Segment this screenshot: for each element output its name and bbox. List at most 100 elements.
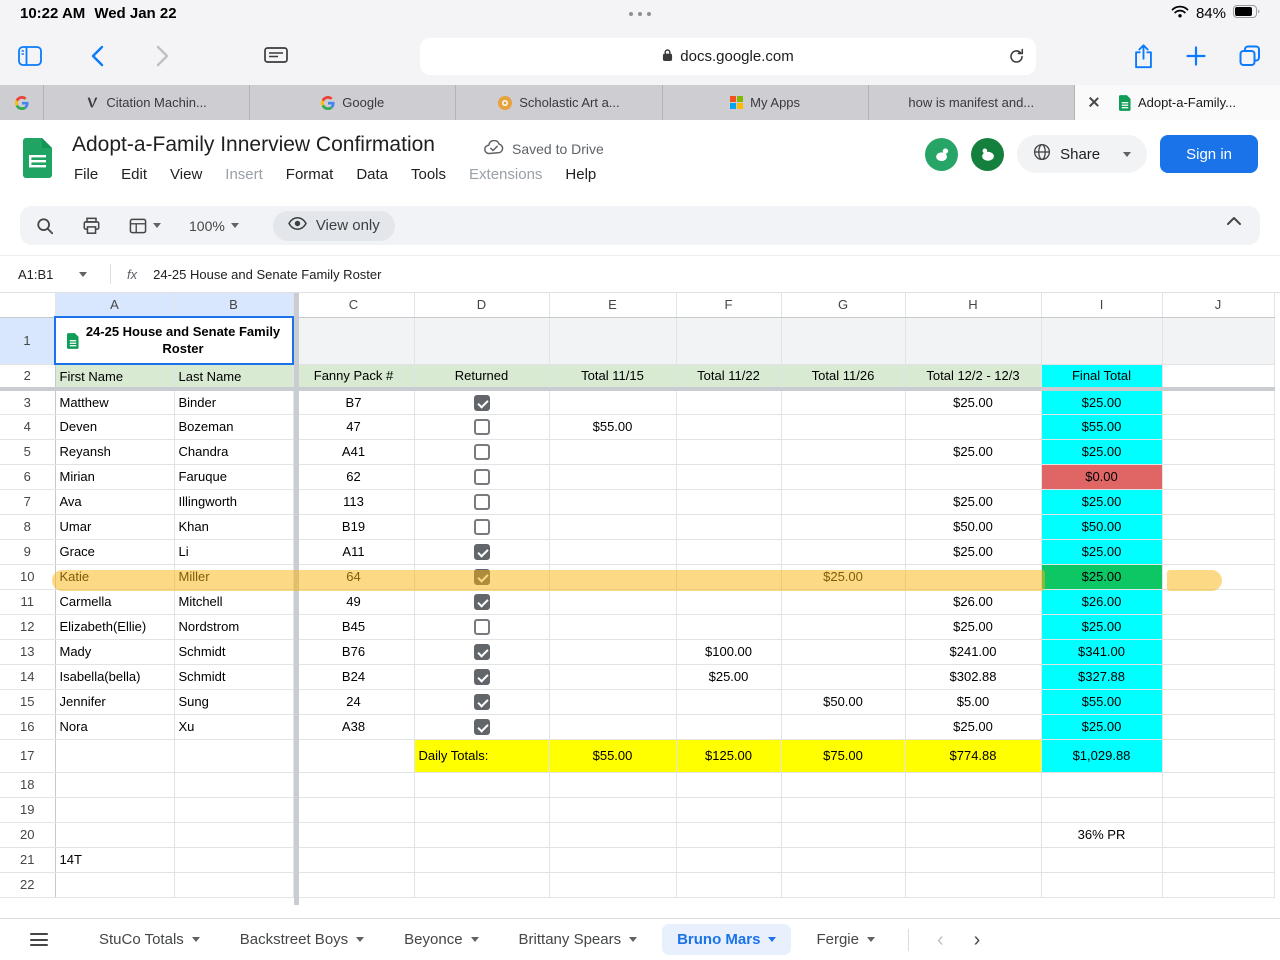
- cell-B4[interactable]: Bozeman: [174, 414, 293, 439]
- cell-J8[interactable]: [1162, 514, 1274, 539]
- unchecked-checkbox[interactable]: [474, 444, 490, 460]
- cell-J7[interactable]: [1162, 489, 1274, 514]
- cell-A7[interactable]: Ava: [55, 489, 174, 514]
- cell-D15[interactable]: [414, 689, 549, 714]
- cell-I17[interactable]: $1,029.88: [1041, 739, 1162, 772]
- cell-E15[interactable]: [549, 689, 676, 714]
- cell-D22[interactable]: [414, 872, 549, 897]
- cell-C8[interactable]: B19: [293, 514, 414, 539]
- cell-F4[interactable]: [676, 414, 781, 439]
- cell-G3[interactable]: [781, 389, 905, 414]
- cell-E20[interactable]: [549, 822, 676, 847]
- column-header-D[interactable]: D: [414, 293, 549, 317]
- cell-G11[interactable]: [781, 589, 905, 614]
- menu-format[interactable]: Format: [286, 166, 334, 183]
- cell-D10[interactable]: [414, 564, 549, 589]
- cell-D20[interactable]: [414, 822, 549, 847]
- cell-C15[interactable]: 24: [293, 689, 414, 714]
- cell-I19[interactable]: [1041, 797, 1162, 822]
- cell-B6[interactable]: Faruque: [174, 464, 293, 489]
- page-layout-icon[interactable]: [264, 46, 288, 66]
- cell-C4[interactable]: 47: [293, 414, 414, 439]
- row-header-17[interactable]: 17: [0, 739, 55, 772]
- cell-J12[interactable]: [1162, 614, 1274, 639]
- sheet-tab-caret-icon[interactable]: [629, 937, 637, 942]
- print-icon[interactable]: [82, 217, 101, 235]
- cell-A18[interactable]: [55, 772, 174, 797]
- address-bar[interactable]: docs.google.com: [420, 38, 1036, 75]
- cell-F21[interactable]: [676, 847, 781, 872]
- cell-E9[interactable]: [549, 539, 676, 564]
- cell-B22[interactable]: [174, 872, 293, 897]
- cell-E2[interactable]: Total 11/15: [549, 364, 676, 389]
- cell-D19[interactable]: [414, 797, 549, 822]
- browser-tab-adopt-a-family[interactable]: Adopt-a-Family...: [1075, 85, 1280, 120]
- grid-corner[interactable]: [0, 293, 55, 317]
- cell-A14[interactable]: Isabella(bella): [55, 664, 174, 689]
- cell-I15[interactable]: $55.00: [1041, 689, 1162, 714]
- unchecked-checkbox[interactable]: [474, 519, 490, 535]
- checked-checkbox[interactable]: [474, 669, 490, 685]
- cell-E14[interactable]: [549, 664, 676, 689]
- cell-E3[interactable]: [549, 389, 676, 414]
- cell-G19[interactable]: [781, 797, 905, 822]
- cell-A3[interactable]: Matthew: [55, 389, 174, 414]
- cell-F18[interactable]: [676, 772, 781, 797]
- row-header-19[interactable]: 19: [0, 797, 55, 822]
- column-header-B[interactable]: B: [174, 293, 293, 317]
- cell-D5[interactable]: [414, 439, 549, 464]
- anonymous-viewer-avatar[interactable]: [971, 138, 1004, 171]
- cell-E8[interactable]: [549, 514, 676, 539]
- cell-E16[interactable]: [549, 714, 676, 739]
- format-options-button[interactable]: [129, 218, 161, 234]
- cell-D6[interactable]: [414, 464, 549, 489]
- sheet-tab-caret-icon[interactable]: [356, 937, 364, 942]
- cell-H15[interactable]: $5.00: [905, 689, 1041, 714]
- row-header-20[interactable]: 20: [0, 822, 55, 847]
- cell-A13[interactable]: Mady: [55, 639, 174, 664]
- cell-I8[interactable]: $50.00: [1041, 514, 1162, 539]
- cell-B15[interactable]: Sung: [174, 689, 293, 714]
- search-icon[interactable]: [36, 217, 54, 235]
- cell-G8[interactable]: [781, 514, 905, 539]
- column-header-F[interactable]: F: [676, 293, 781, 317]
- cell-A8[interactable]: Umar: [55, 514, 174, 539]
- cell-C22[interactable]: [293, 872, 414, 897]
- cell-F5[interactable]: [676, 439, 781, 464]
- cell-C5[interactable]: A41: [293, 439, 414, 464]
- cell-F8[interactable]: [676, 514, 781, 539]
- cell-B13[interactable]: Schmidt: [174, 639, 293, 664]
- close-tab-icon[interactable]: [1088, 96, 1100, 108]
- cell-A21[interactable]: 14T: [55, 847, 174, 872]
- sheet-tab-caret-icon[interactable]: [768, 937, 776, 942]
- cell-C6[interactable]: 62: [293, 464, 414, 489]
- cell-G21[interactable]: [781, 847, 905, 872]
- cell-I14[interactable]: $327.88: [1041, 664, 1162, 689]
- browser-tab-how-is-manifest-and[interactable]: how is manifest and...: [869, 85, 1075, 120]
- cell-C11[interactable]: 49: [293, 589, 414, 614]
- cell-J2[interactable]: [1162, 364, 1274, 389]
- sheet-tab-brittany-spears[interactable]: Brittany Spears: [504, 924, 653, 955]
- cell-G18[interactable]: [781, 772, 905, 797]
- cell-G15[interactable]: $50.00: [781, 689, 905, 714]
- cell-F14[interactable]: $25.00: [676, 664, 781, 689]
- column-header-A[interactable]: A: [55, 293, 174, 317]
- cell-A15[interactable]: Jennifer: [55, 689, 174, 714]
- cell-B7[interactable]: Illingworth: [174, 489, 293, 514]
- cell-E1[interactable]: [549, 317, 676, 364]
- cell-A10[interactable]: Katie: [55, 564, 174, 589]
- cell-D14[interactable]: [414, 664, 549, 689]
- cell-I13[interactable]: $341.00: [1041, 639, 1162, 664]
- cell-D17[interactable]: Daily Totals:: [414, 739, 549, 772]
- cell-H11[interactable]: $26.00: [905, 589, 1041, 614]
- row-header-5[interactable]: 5: [0, 439, 55, 464]
- document-title[interactable]: Adopt-a-Family Innerview Confirmation: [72, 133, 435, 157]
- cell-I9[interactable]: $25.00: [1041, 539, 1162, 564]
- cell-F13[interactable]: $100.00: [676, 639, 781, 664]
- cell-I10[interactable]: $25.00: [1041, 564, 1162, 589]
- cell-B17[interactable]: [174, 739, 293, 772]
- cell-C13[interactable]: B76: [293, 639, 414, 664]
- cell-B11[interactable]: Mitchell: [174, 589, 293, 614]
- browser-tab-partial[interactable]: [0, 85, 44, 120]
- sheet-tab-stuco-totals[interactable]: StuCo Totals: [84, 924, 215, 955]
